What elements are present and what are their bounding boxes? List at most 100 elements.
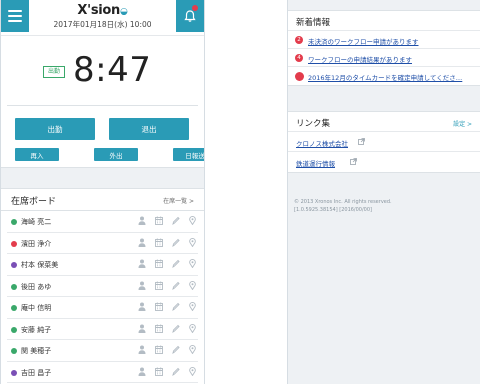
attendance-board-list: 海崎 亮二濱田 浄介村本 保菜美 後田 あゆ庵中 信明安藤 純子関 美穂子吉田 昌… — [7, 211, 198, 383]
news-item[interactable]: 2 未決済のワークフロー申請があります — [288, 31, 480, 49]
home-screen: X'sion◒ 2017年01月18日(水) 10:00 出勤 8:47 出勤 … — [0, 0, 205, 384]
links-card: リンク集 設定 > クロノス株式会社 鉄道運行情報 — [288, 111, 480, 173]
links-settings-link[interactable]: 設定 > — [453, 119, 472, 128]
row-actions — [138, 280, 196, 290]
person-icon[interactable] — [138, 238, 146, 247]
pencil-icon[interactable] — [172, 259, 180, 268]
status-dot-icon — [11, 326, 17, 333]
clock-in-button[interactable]: 出勤 — [15, 118, 95, 140]
pencil-icon[interactable] — [172, 238, 180, 247]
person-name: 庵中 信明 — [21, 304, 52, 312]
news-item-text[interactable]: 2016年12月のタイムカードを確定申請してくださ… — [308, 72, 462, 82]
person-icon[interactable] — [138, 259, 146, 268]
board-row: 関 美穂子 — [7, 340, 198, 362]
row-actions — [138, 259, 196, 268]
clock-panel: 出勤 8:47 — [7, 36, 198, 106]
location-pin-icon[interactable] — [189, 280, 196, 290]
board-row: 村本 保菜美 — [7, 254, 198, 276]
links-title: リンク集 — [296, 119, 331, 129]
current-date: 2017年01月18日(水) 10:00 — [53, 20, 152, 29]
person-icon[interactable] — [138, 324, 146, 333]
links-header: リンク集 設定 > — [288, 112, 480, 132]
status-badge: 出勤 — [43, 66, 65, 78]
status-dot-icon — [11, 219, 17, 225]
person-icon[interactable] — [138, 345, 146, 354]
go-out-button[interactable]: 外出 — [94, 148, 138, 161]
board-row: 海崎 亮二 — [7, 211, 198, 233]
clock-time: 8:47 — [73, 50, 152, 90]
notification-button[interactable] — [176, 0, 204, 32]
calendar-icon[interactable] — [155, 259, 163, 268]
sub-buttons: 再入 外出 日報送 — [15, 148, 204, 161]
calendar-icon[interactable] — [155, 324, 163, 333]
calendar-icon[interactable] — [155, 238, 163, 247]
calendar-icon[interactable] — [155, 345, 163, 354]
logo-mark-icon: ◒ — [120, 7, 128, 17]
logo-text: X'sion — [77, 3, 121, 18]
news-item-text[interactable]: ワークフローの申請結果があります — [308, 54, 412, 64]
person-name: 関 美穂子 — [21, 347, 52, 355]
link-text[interactable]: クロノス株式会社 — [296, 138, 348, 148]
calendar-icon[interactable] — [155, 281, 163, 290]
person-name: 後田 あゆ — [21, 282, 52, 291]
status-dot-icon — [11, 348, 17, 354]
app-logo: X'sion◒ — [1, 3, 204, 18]
day-report-button[interactable]: 日報送 — [173, 148, 204, 161]
calendar-icon[interactable] — [155, 302, 163, 311]
count-badge — [295, 72, 304, 81]
board-list-link[interactable]: 在席一覧 > — [163, 196, 194, 205]
news-item[interactable]: 4 ワークフローの申請結果があります — [288, 49, 480, 67]
person-icon[interactable] — [138, 367, 146, 376]
person-name: 安藤 純子 — [21, 325, 52, 334]
pencil-icon[interactable] — [172, 367, 180, 376]
location-pin-icon[interactable] — [189, 323, 196, 333]
re-entry-button[interactable]: 再入 — [15, 148, 59, 161]
row-actions — [138, 237, 196, 247]
board-row: 庵中 信明 — [7, 297, 198, 319]
pencil-icon[interactable] — [172, 324, 180, 333]
link-text[interactable]: 鉄道運行情報 — [296, 158, 335, 168]
version-text: [1.0.5925.38154] [2016/00/00] — [294, 207, 372, 213]
pencil-icon[interactable] — [172, 302, 180, 311]
status-dot-icon — [11, 240, 17, 247]
board-row: 安藤 純子 — [7, 319, 198, 340]
status-dot-icon — [11, 283, 17, 290]
section-divider — [1, 167, 204, 189]
link-item[interactable]: 鉄道運行情報 — [288, 152, 480, 172]
external-link-icon — [350, 158, 357, 165]
location-pin-icon[interactable] — [189, 302, 196, 311]
pencil-icon[interactable] — [172, 281, 180, 290]
footer: © 2013 Xronos Inc. All rights reserved. … — [294, 198, 392, 214]
punch-buttons: 出勤 退出 — [15, 118, 189, 140]
calendar-icon[interactable] — [155, 367, 163, 376]
news-item[interactable]: 2016年12月のタイムカードを確定申請してくださ… — [288, 67, 480, 85]
info-screen: 新着情報 2 未決済のワークフロー申請があります 4 ワークフローの申請結果があ… — [287, 0, 480, 384]
news-header: 新着情報 — [288, 11, 480, 31]
location-pin-icon[interactable] — [189, 237, 196, 247]
row-actions — [138, 345, 196, 354]
row-actions — [138, 302, 196, 311]
pencil-icon[interactable] — [172, 345, 180, 354]
status-dot-icon — [11, 369, 17, 376]
person-name: 村本 保菜美 — [21, 261, 59, 269]
location-pin-icon[interactable] — [189, 259, 196, 268]
location-pin-icon[interactable] — [189, 345, 196, 354]
location-pin-icon[interactable] — [189, 366, 196, 376]
person-icon[interactable] — [138, 216, 146, 225]
person-name: 濱田 浄介 — [21, 239, 52, 248]
person-name: 吉田 昌子 — [21, 368, 52, 377]
clock-out-button[interactable]: 退出 — [109, 118, 189, 140]
board-row: 濱田 浄介 — [7, 233, 198, 254]
top-bar: X'sion◒ 2017年01月18日(水) 10:00 — [1, 0, 204, 36]
link-item[interactable]: クロノス株式会社 — [288, 132, 480, 152]
calendar-icon[interactable] — [155, 216, 163, 225]
status-dot-icon — [11, 262, 17, 268]
count-badge: 2 — [295, 36, 303, 44]
news-title: 新着情報 — [296, 18, 331, 28]
person-icon[interactable] — [138, 302, 146, 311]
person-icon[interactable] — [138, 281, 146, 290]
person-name: 海崎 亮二 — [21, 218, 52, 226]
location-pin-icon[interactable] — [189, 216, 196, 225]
pencil-icon[interactable] — [172, 216, 180, 225]
news-item-text[interactable]: 未決済のワークフロー申請があります — [308, 36, 419, 46]
